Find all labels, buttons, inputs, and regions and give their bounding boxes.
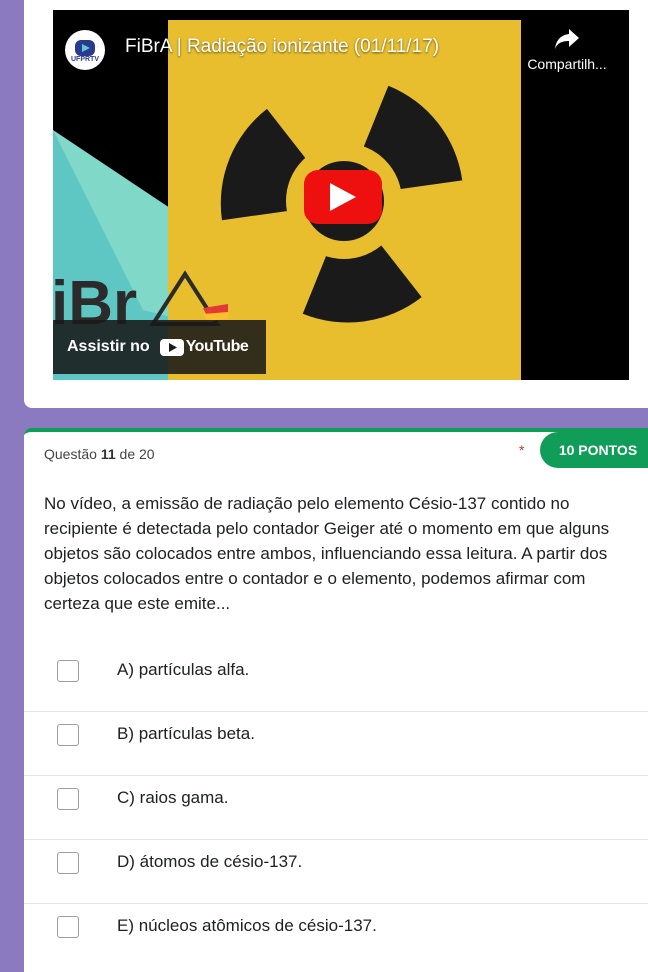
watch-on-youtube-button[interactable]: Assistir no YouTube xyxy=(53,320,266,374)
youtube-logo: YouTube xyxy=(159,338,249,356)
option-a[interactable]: A) partículas alfa. xyxy=(24,648,648,712)
option-label: E) núcleos atômicos de césio-137. xyxy=(117,916,377,935)
question-number-suffix: de 20 xyxy=(119,446,155,462)
option-label: B) partículas beta. xyxy=(117,724,255,743)
channel-tag: UFPRTV xyxy=(71,55,99,63)
watch-on-label: Assistir no xyxy=(67,338,150,355)
option-d[interactable]: D) átomos de césio-137. xyxy=(24,840,648,904)
checkbox[interactable] xyxy=(57,660,79,682)
question-card: Questão 11 de 20 * 10 PONTOS No vídeo, a… xyxy=(24,428,648,972)
points-badge: 10 PONTOS xyxy=(540,432,648,468)
option-label: D) átomos de césio-137. xyxy=(117,852,303,871)
question-number: Questão 11 de 20 xyxy=(44,446,155,462)
required-asterisk: * xyxy=(519,442,525,458)
answer-options: A) partículas alfa. B) partículas beta. … xyxy=(24,648,648,967)
checkbox[interactable] xyxy=(57,852,79,874)
checkbox[interactable] xyxy=(57,916,79,938)
play-button[interactable] xyxy=(304,170,382,224)
option-b[interactable]: B) partículas beta. xyxy=(24,712,648,776)
play-icon xyxy=(330,183,356,211)
youtube-embed[interactable]: UFPRTV FiBrA | Radiação ionizante (01/11… xyxy=(53,10,629,380)
option-label: A) partículas alfa. xyxy=(117,660,250,679)
option-e[interactable]: E) núcleos atômicos de césio-137. xyxy=(24,904,648,967)
video-title[interactable]: FiBrA | Radiação ionizante (01/11/17) xyxy=(125,36,439,58)
checkbox[interactable] xyxy=(57,788,79,810)
ufprtv-logo-icon xyxy=(75,39,95,56)
share-label: Compartilh... xyxy=(527,56,607,72)
question-number-value: 11 xyxy=(100,446,116,462)
fibra-logo: iBr xyxy=(53,269,228,328)
question-number-prefix: Questão xyxy=(44,446,97,462)
channel-avatar[interactable]: UFPRTV xyxy=(65,30,105,70)
checkbox[interactable] xyxy=(57,724,79,746)
question-text: No vídeo, a emissão de radiação pelo ele… xyxy=(44,494,610,613)
youtube-wordmark: YouTube xyxy=(185,338,249,355)
option-c[interactable]: C) raios gama. xyxy=(24,776,648,840)
youtube-icon xyxy=(159,338,184,356)
option-label: C) raios gama. xyxy=(117,788,229,807)
share-arrow-icon xyxy=(555,29,579,49)
share-button[interactable]: Compartilh... xyxy=(509,28,625,72)
